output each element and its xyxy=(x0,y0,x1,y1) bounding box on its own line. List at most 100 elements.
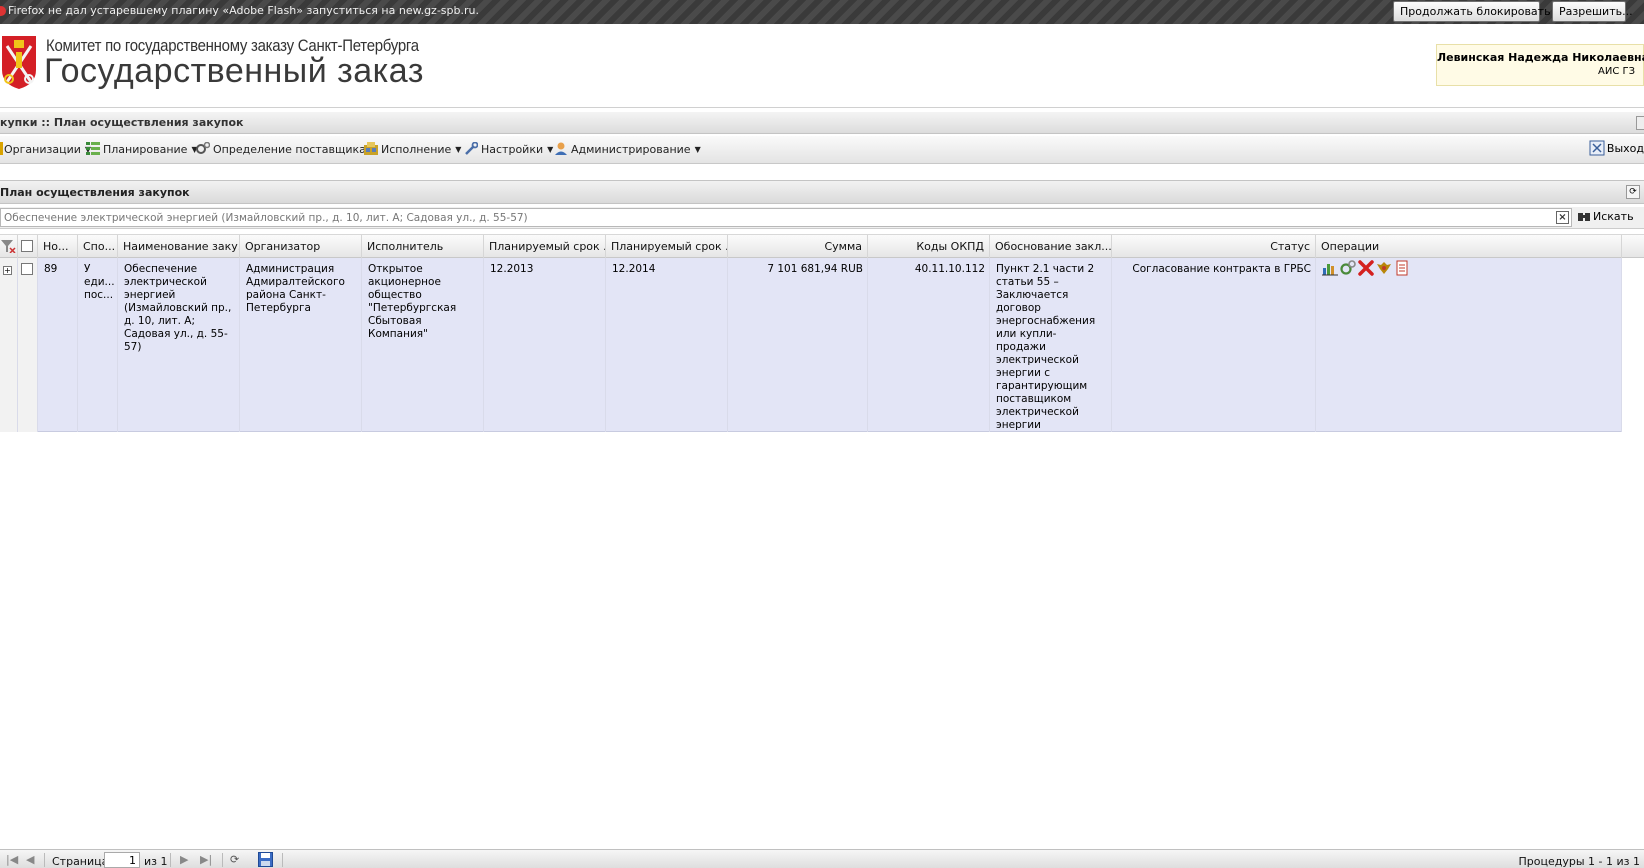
row-expander-cell[interactable]: + xyxy=(0,258,18,432)
cell-operations xyxy=(1316,258,1622,432)
col-number[interactable]: Но... xyxy=(38,235,78,258)
exit-label: Выход xyxy=(1606,142,1644,155)
cell-organizer: Администрация Адмиралтейского района Сан… xyxy=(240,258,362,432)
app-header: Комитет по государственному заказу Санкт… xyxy=(0,24,1644,108)
execution-icon xyxy=(364,142,378,155)
menu-organizations[interactable]: Организации▼ xyxy=(0,142,91,158)
cell-name: Обеспечение электрической энергией (Изма… xyxy=(118,258,240,432)
system-name: АИС ГЗ xyxy=(1598,66,1635,77)
flash-notification-bar: Firefox не дал устаревшему плагину «Adob… xyxy=(0,0,1644,24)
paging-info: Процедуры 1 - 1 из 1 xyxy=(1518,855,1640,868)
chevron-down-icon: ▼ xyxy=(455,145,462,154)
panel-header: План осуществления закупок ⟳ xyxy=(0,180,1644,204)
separator xyxy=(222,853,223,867)
document-icon[interactable] xyxy=(1394,260,1410,276)
clear-search-icon[interactable]: × xyxy=(1556,211,1569,224)
collapse-handle[interactable] xyxy=(1636,116,1644,130)
col-method[interactable]: Спо... xyxy=(78,235,118,258)
page-count-label: из 1 xyxy=(144,855,168,868)
row-select-cell[interactable] xyxy=(18,258,38,432)
user-name: Левинская Надежда Николаевна xyxy=(1437,51,1644,64)
separator xyxy=(282,853,283,867)
menu-administration-label: Администрирование xyxy=(571,143,691,156)
col-operations[interactable]: Операции xyxy=(1316,235,1622,258)
search-row: × Искать xyxy=(0,207,1644,229)
separator xyxy=(170,853,171,867)
spb-crest-logo xyxy=(2,36,36,89)
expand-row-icon[interactable]: + xyxy=(3,266,12,275)
select-all-cell[interactable] xyxy=(18,235,38,258)
page-number-input[interactable] xyxy=(104,852,140,868)
cell-basis: Пункт 2.1 части 2 статьи 55 – Заключаетс… xyxy=(990,258,1112,432)
cell-plan-date-2: 12.2014 xyxy=(606,258,728,432)
save-icon[interactable] xyxy=(258,852,273,867)
col-sum[interactable]: Сумма xyxy=(728,235,868,258)
delete-icon[interactable] xyxy=(1358,260,1374,276)
eagle-emblem-icon[interactable] xyxy=(1376,260,1392,276)
prev-page-icon[interactable]: ◀ xyxy=(26,853,34,866)
main-menu-bar: Организации▼ Планирование▼ Определение п… xyxy=(0,136,1644,164)
table-row[interactable]: + 89 У еди... пос... Обеспечение электри… xyxy=(0,258,1622,432)
continue-blocking-button[interactable]: Продолжать блокировать xyxy=(1393,1,1551,22)
breadcrumb-bar: купки :: План осуществления закупок xyxy=(0,112,1644,134)
search-input[interactable] xyxy=(0,208,1572,227)
menu-administration[interactable]: Администрирование ▼ xyxy=(554,142,701,158)
paging-toolbar: |◀ ◀ Страница из 1 ▶ ▶| ⟳ Процедуры 1 - … xyxy=(0,849,1644,868)
select-all-checkbox[interactable] xyxy=(21,240,33,252)
col-plan-date-1[interactable]: Планируемый срок ... xyxy=(484,235,606,258)
menu-planning[interactable]: Планирование ▼ xyxy=(86,142,198,158)
refresh-icon[interactable]: ⟳ xyxy=(230,853,239,866)
gears-icon xyxy=(196,142,210,154)
menu-supplier-selection[interactable]: Определение поставщика▼ xyxy=(196,142,376,158)
search-button-label: Искать xyxy=(1593,210,1634,223)
page-label: Страница xyxy=(52,855,109,868)
menu-execution[interactable]: Исполнение ▼ xyxy=(364,142,461,158)
menu-settings-label: Настройки xyxy=(481,143,544,156)
panel-title: План осуществления закупок xyxy=(0,186,190,199)
chevron-down-icon: ▼ xyxy=(694,145,701,154)
col-organizer[interactable]: Организатор xyxy=(240,235,362,258)
menu-settings[interactable]: Настройки ▼ xyxy=(464,142,553,158)
cell-sum: 7 101 681,94 RUB xyxy=(728,258,868,432)
col-basis[interactable]: Обоснование закл... xyxy=(990,235,1112,258)
menu-execution-label: Исполнение xyxy=(381,143,452,156)
refresh-panel-icon[interactable]: ⟳ xyxy=(1626,185,1640,199)
cell-status: Согласование контракта в ГРБС xyxy=(1112,258,1316,432)
row-checkbox[interactable] xyxy=(21,263,33,275)
organizations-icon xyxy=(0,142,3,155)
last-page-icon[interactable]: ▶| xyxy=(200,853,212,866)
col-status[interactable]: Статус xyxy=(1112,235,1316,258)
allow-plugin-button[interactable]: Разрешить... xyxy=(1552,1,1633,22)
breadcrumb: купки :: План осуществления закупок xyxy=(0,116,244,129)
cell-executor: Открытое акционерное общество "Петербург… xyxy=(362,258,484,432)
procurement-plan-grid: Но... Спо... Наименование заку... Органи… xyxy=(0,234,1644,432)
cell-okpd: 40.11.10.112 xyxy=(868,258,990,432)
first-page-icon[interactable]: |◀ xyxy=(6,853,18,866)
col-plan-date-2[interactable]: Планируемый срок ... xyxy=(606,235,728,258)
separator xyxy=(44,853,45,867)
filter-clear-cell[interactable] xyxy=(0,235,18,258)
grid-header: Но... Спо... Наименование заку... Органи… xyxy=(0,234,1644,258)
plugin-warning-icon xyxy=(0,6,6,16)
binoculars-icon xyxy=(1578,213,1590,221)
cell-method: У еди... пос... xyxy=(78,258,118,432)
next-page-icon[interactable]: ▶ xyxy=(180,853,188,866)
cell-plan-date-1: 12.2013 xyxy=(484,258,606,432)
settings-gears-icon[interactable] xyxy=(1340,260,1356,276)
user-icon xyxy=(555,142,567,155)
planning-icon xyxy=(86,142,100,155)
search-button[interactable]: Искать xyxy=(1578,210,1634,223)
menu-planning-label: Планирование xyxy=(103,143,188,156)
col-name[interactable]: Наименование заку... xyxy=(118,235,240,258)
col-okpd[interactable]: Коды ОКПД xyxy=(868,235,990,258)
menu-supplier-selection-label: Определение поставщика xyxy=(213,143,366,156)
wrench-icon xyxy=(465,142,478,155)
statistics-icon[interactable] xyxy=(1322,260,1338,276)
flash-message: Firefox не дал устаревшему плагину «Adob… xyxy=(8,4,479,17)
exit-button[interactable]: Выход xyxy=(1589,140,1644,158)
chevron-down-icon: ▼ xyxy=(547,145,554,154)
col-executor[interactable]: Исполнитель xyxy=(362,235,484,258)
cell-number: 89 xyxy=(38,258,78,432)
filter-clear-icon xyxy=(1,240,16,253)
exit-icon xyxy=(1589,140,1605,156)
